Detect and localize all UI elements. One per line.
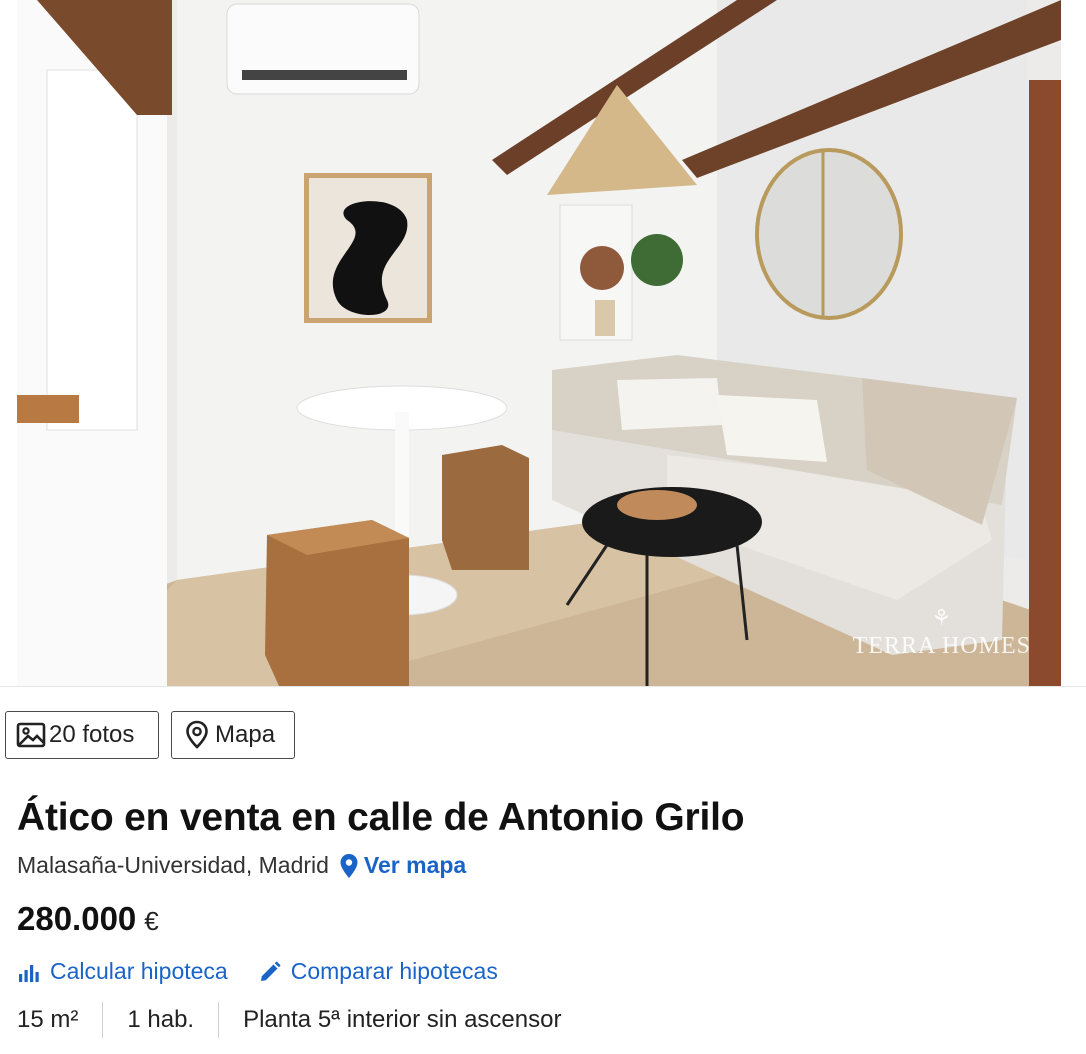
view-map-label: Ver mapa (363, 852, 467, 878)
map-button[interactable]: Mapa (171, 711, 295, 759)
map-button-label: Mapa (215, 721, 276, 748)
feature-floor: Planta 5ª interior sin ascensor (218, 1002, 585, 1038)
features-list: 15 m² 1 hab. Planta 5ª interior sin asce… (17, 1002, 585, 1038)
image-icon (16, 720, 46, 750)
compare-mortgages-label: Comparar hipotecas (290, 958, 498, 984)
calculate-mortgage-label: Calcular hipoteca (50, 958, 228, 984)
photos-button-label: 20 fotos (49, 721, 135, 748)
view-map-link[interactable]: Ver mapa (339, 852, 466, 879)
watermark-logo-icon: ⚘ (931, 605, 953, 630)
price-currency: € (144, 906, 159, 936)
bar-chart-icon (17, 960, 41, 984)
price: 280.000 € (17, 900, 159, 938)
location-line: Malasaña-Universidad, Madrid Ver mapa (17, 852, 466, 879)
feature-rooms: 1 hab. (102, 1002, 218, 1038)
watermark: ⚘ TERRA HOMES (853, 607, 1031, 660)
watermark-text: TERRA HOMES (852, 633, 1031, 659)
location-text: Malasaña-Universidad, Madrid (17, 852, 329, 878)
price-amount: 280.000 (17, 900, 137, 937)
pencil-icon (258, 960, 282, 984)
map-pin-icon (182, 720, 212, 750)
listing-photo[interactable]: ⚘ TERRA HOMES (17, 0, 1061, 686)
feature-size: 15 m² (17, 1006, 79, 1033)
room-illustration (17, 0, 1061, 686)
calculate-mortgage-link[interactable]: Calcular hipoteca (17, 958, 228, 985)
listing-title: Ático en venta en calle de Antonio Grilo (17, 796, 745, 839)
compare-mortgages-link[interactable]: Comparar hipotecas (258, 958, 498, 985)
mortgage-actions: Calcular hipoteca Comparar hipotecas (17, 958, 498, 985)
media-buttons: 20 fotos Mapa (5, 711, 295, 759)
location-pin-icon (340, 853, 358, 878)
divider (0, 686, 1086, 687)
photos-button[interactable]: 20 fotos (5, 711, 159, 759)
